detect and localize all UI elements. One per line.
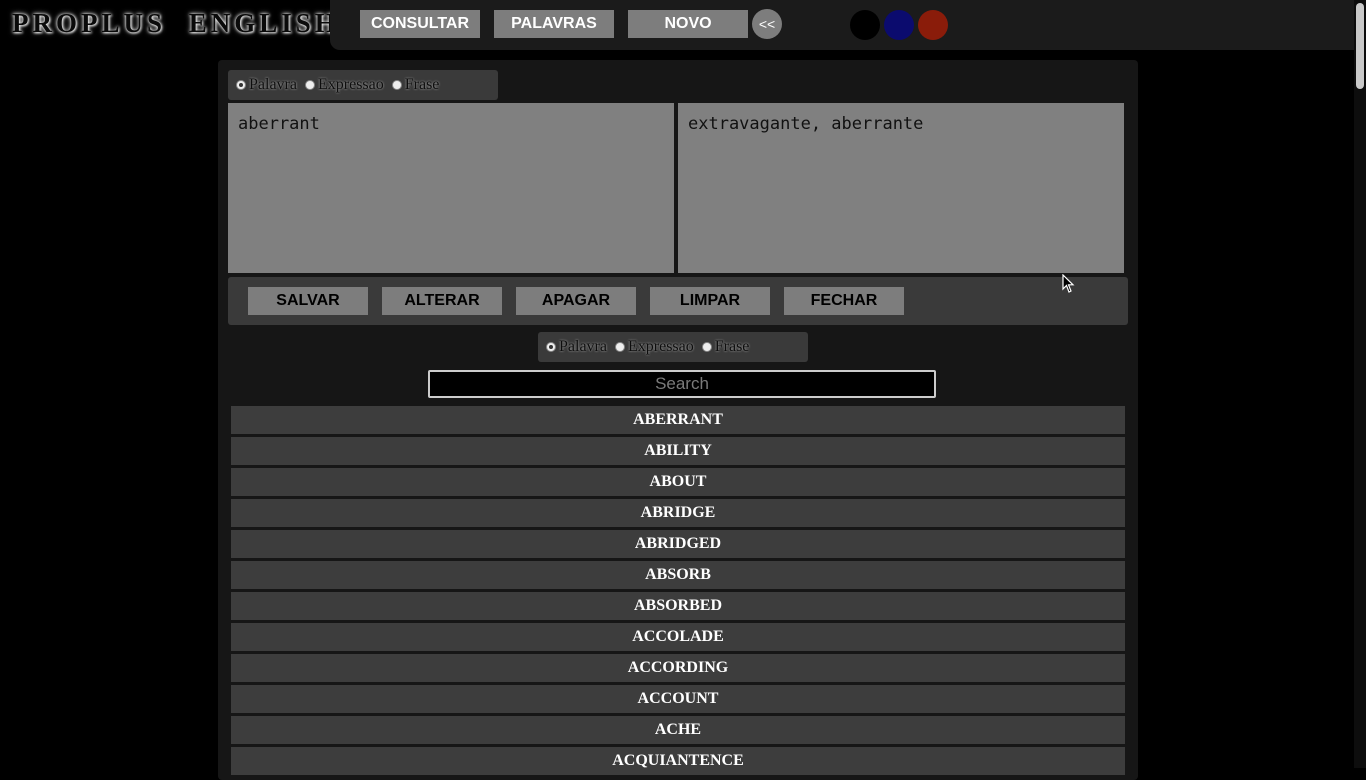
filter-type-frase-option[interactable]: Frase <box>701 338 750 356</box>
main-panel: Palavra Expressao Frase aberrant extrava… <box>218 60 1138 780</box>
theme-red-swatch[interactable] <box>918 10 948 40</box>
editor-action-bar: SALVAR ALTERAR APAGAR LIMPAR FECHAR <box>228 277 1128 325</box>
scrollbar-thumb[interactable] <box>1356 3 1364 89</box>
portuguese-translation-input[interactable]: extravagante, aberrante <box>678 103 1124 273</box>
search-input[interactable] <box>428 370 936 398</box>
apagar-button[interactable]: APAGAR <box>516 287 636 315</box>
alterar-button[interactable]: ALTERAR <box>382 287 502 315</box>
option-label: Palavra <box>249 76 297 93</box>
option-label: Expressao <box>317 76 384 93</box>
top-toolbar: CONSULTAR PALAVRAS NOVO <box>330 0 1354 50</box>
theme-black-swatch[interactable] <box>850 10 880 40</box>
radio-checked-icon[interactable] <box>546 342 556 352</box>
word-list: ABERRANT ABILITY ABOUT ABRIDGE ABRIDGED ABSOR… <box>231 406 1125 778</box>
filter-type-expressao-option[interactable]: Expressao <box>614 338 694 356</box>
word-list-item[interactable]: ACQUIANTENCE <box>231 747 1125 775</box>
word-list-item[interactable]: ABILITY <box>231 437 1125 465</box>
word-list-item[interactable]: ABSORBED <box>231 592 1125 620</box>
editor-type-expressao-option[interactable]: Expressao <box>304 76 384 94</box>
option-label: Palavra <box>559 338 607 355</box>
option-label: Expressao <box>627 338 694 355</box>
word-list-item[interactable]: ABRIDGE <box>231 499 1125 527</box>
collapse-button[interactable]: << <box>752 9 782 39</box>
word-list-item[interactable]: ACCORDING <box>231 654 1125 682</box>
filter-type-palavra-option[interactable]: Palavra <box>546 338 607 356</box>
consultar-button[interactable]: CONSULTAR <box>360 10 480 38</box>
radio-icon[interactable] <box>304 80 315 90</box>
radio-icon[interactable] <box>391 80 402 90</box>
word-list-item[interactable]: ABRIDGED <box>231 530 1125 558</box>
word-list-item[interactable]: ABERRANT <box>231 406 1125 434</box>
editor-type-palavra-option[interactable]: Palavra <box>236 76 297 94</box>
novo-button[interactable]: NOVO <box>628 10 748 38</box>
word-list-item[interactable]: ACHE <box>231 716 1125 744</box>
salvar-button[interactable]: SALVAR <box>248 287 368 315</box>
option-label: Frase <box>714 338 750 355</box>
word-list-item[interactable]: ABOUT <box>231 468 1125 496</box>
filter-type-radio-group: Palavra Expressao Frase <box>538 332 808 362</box>
theme-blue-swatch[interactable] <box>884 10 914 40</box>
app-logo: PROPLUS ENGLISH <box>12 8 340 38</box>
word-list-item[interactable]: ACCOLADE <box>231 623 1125 651</box>
limpar-button[interactable]: LIMPAR <box>650 287 770 315</box>
radio-icon[interactable] <box>701 342 712 352</box>
english-word-input[interactable]: aberrant <box>228 103 674 273</box>
fechar-button[interactable]: FECHAR <box>784 287 904 315</box>
option-label: Frase <box>404 76 440 93</box>
palavras-button[interactable]: PALAVRAS <box>494 10 614 38</box>
mouse-cursor-icon <box>1062 274 1075 293</box>
radio-icon[interactable] <box>614 342 625 352</box>
radio-checked-icon[interactable] <box>236 80 246 90</box>
editor-type-frase-option[interactable]: Frase <box>391 76 440 94</box>
page-scrollbar[interactable] <box>1354 0 1366 768</box>
word-list-item[interactable]: ACCOUNT <box>231 685 1125 713</box>
word-list-item[interactable]: ABSORB <box>231 561 1125 589</box>
editor-type-radio-group: Palavra Expressao Frase <box>228 70 498 100</box>
